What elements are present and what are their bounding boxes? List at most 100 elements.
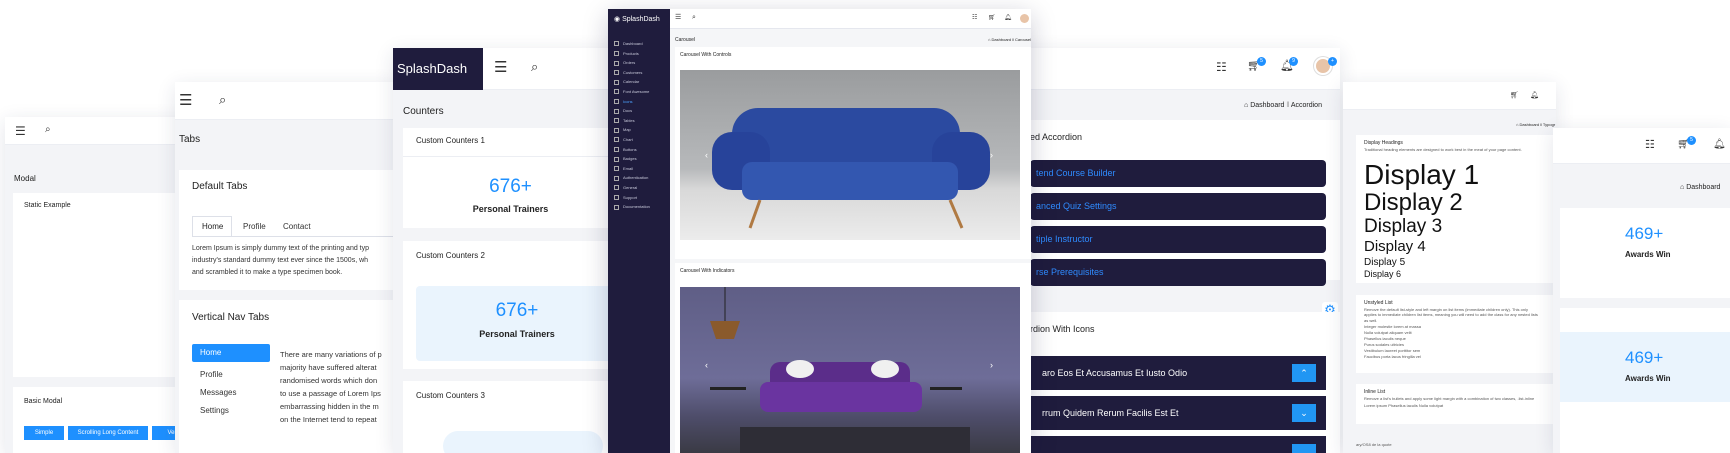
sidebar-item[interactable]: Icons — [614, 99, 633, 105]
sidebar-item-label: Support — [623, 194, 638, 200]
sidebar-item-label: Documentation — [623, 204, 650, 210]
carousel-slide-image — [680, 70, 1020, 240]
accordion-item[interactable]: anced Quiz Settings — [1030, 193, 1326, 220]
carousel-prev-icon[interactable]: ‹ — [705, 361, 708, 370]
accordion-item[interactable]: ⌄ — [1030, 436, 1326, 453]
sidebar-item[interactable]: Dashboard — [614, 41, 643, 47]
sidebar-item[interactable]: Font Awesome — [614, 89, 649, 95]
tab-home[interactable]: Home — [192, 216, 232, 236]
breadcrumb-home[interactable]: Dashboard — [1520, 122, 1540, 127]
hamburger-icon[interactable]: ☰ — [15, 125, 26, 137]
sidebar-item[interactable]: Chart — [614, 137, 633, 143]
cart-icon[interactable]: 🛒︎ — [1510, 92, 1519, 99]
default-tabs-panel: Default Tabs Home Profile Contact Lorem … — [179, 170, 400, 290]
vertical-content-line: There are many variations of p — [280, 350, 382, 359]
accordion-item[interactable]: rrum Quidem Rerum Facilis Est Et ⌄ — [1030, 396, 1326, 430]
tab-content-line: Lorem Ipsum is simply dummy text of the … — [192, 245, 370, 252]
basic-modal-panel: Basic Modal Simple Scrolling Long Conten… — [13, 387, 195, 453]
breadcrumb-home[interactable]: Dashboard — [1686, 184, 1720, 191]
avatar-add-badge[interactable]: + — [1328, 57, 1337, 66]
sidebar-item[interactable]: Support — [614, 194, 638, 201]
accordion-item[interactable]: tend Course Builder — [1030, 160, 1326, 187]
counter-box — [443, 431, 603, 453]
search-icon[interactable]: ⌕ — [692, 14, 696, 21]
carousel-next-icon[interactable]: › — [990, 151, 993, 160]
static-example-panel: Static Example — [13, 193, 195, 377]
vertical-tab-profile[interactable]: Profile — [200, 370, 223, 379]
hamburger-icon[interactable]: ☰ — [494, 60, 507, 75]
top-bar: ☰ ⌕ — [5, 117, 195, 145]
sidebar-item[interactable]: Authentication — [614, 175, 648, 181]
sidebar-item-label: Email — [623, 165, 634, 171]
sidebar-item[interactable]: General — [614, 185, 638, 191]
search-icon[interactable]: ⌕ — [45, 125, 51, 135]
sidebar-item[interactable]: Badges — [614, 156, 637, 162]
brand-name: SplashDash — [622, 16, 660, 23]
carousel-next-icon[interactable]: › — [990, 361, 993, 370]
avatar[interactable] — [1020, 14, 1029, 23]
tab-profile[interactable]: Profile — [243, 222, 266, 231]
sidebar-item[interactable]: Customers — [614, 70, 642, 76]
settings-sliders-icon[interactable]: ☷ — [1645, 140, 1655, 151]
panel-title: Vertical Nav Tabs — [192, 312, 270, 323]
accordion-item[interactable]: rse Prerequisites — [1030, 259, 1326, 286]
scrolling-long-content-button[interactable]: Scrolling Long Content — [68, 426, 148, 440]
panel-title: Static Example — [24, 202, 71, 209]
top-bar: SplashDash ☰ ⌕ — [393, 48, 618, 90]
breadcrumb-current: Typogr — [1542, 122, 1556, 127]
vertical-tab-messages[interactable]: Messages — [200, 388, 236, 397]
page-title: Modal — [14, 174, 36, 183]
cart-icon[interactable]: 🛒︎ — [988, 15, 996, 21]
modal-page-card: ☰ ⌕ Modal Static Example Basic Modal Sim… — [5, 117, 195, 453]
vertical-tab-home[interactable]: Home — [192, 344, 270, 362]
menu-item-icon — [614, 60, 619, 66]
page-title: Tabs — [179, 134, 201, 145]
tab-contact[interactable]: Contact — [283, 222, 311, 231]
typography-page-card: 🛒︎ 🔔︎ ⌂ Dashboard ‖ Typogr Display Headi… — [1343, 82, 1556, 453]
sidebar-item[interactable]: Email — [614, 165, 634, 172]
menu-toggle-icon[interactable]: ☰ — [675, 14, 681, 21]
accordion-item[interactable]: tiple Instructor — [1030, 226, 1326, 253]
sidebar-item[interactable]: Calendar — [614, 79, 639, 85]
counter-label: Personal Trainers — [479, 329, 555, 339]
sidebar-item-label: Map — [623, 127, 631, 133]
display-1: Display 1 — [1364, 159, 1480, 190]
brand-logo: ◉ SplashDash — [614, 15, 660, 23]
settings-sliders-icon[interactable]: ☷ — [1216, 61, 1227, 73]
simple-button[interactable]: Simple — [24, 426, 64, 440]
bell-icon[interactable]: 🔔︎ — [1713, 140, 1726, 150]
sidebar-item[interactable]: Tables — [614, 118, 635, 124]
breadcrumb-current: Accordion — [1290, 102, 1322, 109]
award-value: 469+ — [1625, 224, 1664, 243]
search-icon[interactable]: ⌕ — [219, 93, 226, 106]
chevron-down-icon[interactable]: ⌄ — [1292, 404, 1316, 422]
sidebar-item-label: General — [623, 185, 638, 190]
sidebar-item[interactable]: Docs — [614, 108, 632, 114]
accordion-item-label: aro Eos Et Accusamus Et Iusto Odio — [1042, 368, 1188, 378]
sidebar-item[interactable]: Buttons — [614, 147, 637, 153]
breadcrumb-home[interactable]: Dashboard — [1250, 102, 1284, 109]
breadcrumb-current: Carousel — [1014, 37, 1031, 42]
settings-sliders-icon[interactable]: ☷ — [972, 15, 977, 21]
display-4: Display 4 — [1364, 238, 1426, 255]
accordion-item[interactable]: aro Eos Et Accusamus Et Iusto Odio ⌃ — [1030, 356, 1326, 390]
chevron-up-icon[interactable]: ⌃ — [1292, 364, 1316, 382]
search-icon[interactable]: ⌕ — [531, 60, 538, 73]
chevron-down-icon[interactable]: ⌄ — [1292, 444, 1316, 453]
menu-item-icon — [614, 185, 619, 191]
sidebar-item[interactable]: Orders — [614, 60, 635, 66]
hamburger-icon[interactable]: ☰ — [179, 93, 192, 108]
sidebar-item[interactable]: Map — [614, 127, 631, 133]
bell-icon[interactable]: 🔔︎ — [1004, 15, 1012, 21]
award-value: 469+ — [1625, 348, 1664, 367]
sidebar-item-label: Chart — [623, 137, 633, 142]
vertical-content-line: to use a passage of Lorem Ips — [280, 389, 381, 398]
panel-description: applies to immediate children list items… — [1364, 312, 1538, 317]
sidebar-item[interactable]: Documentation — [614, 204, 650, 210]
breadcrumb-home[interactable]: Dashboard — [992, 37, 1012, 42]
styled-accordion-panel: ed Accordion tend Course Builder anced Q… — [1030, 120, 1340, 286]
bell-icon[interactable]: 🔔︎ — [1530, 92, 1539, 99]
sidebar-item[interactable]: Products — [614, 51, 639, 57]
carousel-prev-icon[interactable]: ‹ — [705, 151, 708, 160]
vertical-tab-settings[interactable]: Settings — [200, 406, 229, 415]
